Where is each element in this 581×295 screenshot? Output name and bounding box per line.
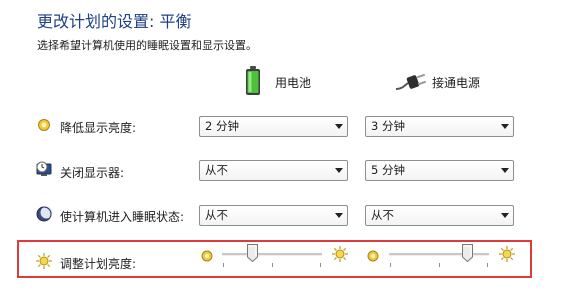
brightness-max-icon — [498, 245, 516, 263]
slider-thumb[interactable] — [462, 244, 473, 263]
page-subtitle: 选择希望计算机使用的睡眠设置和显示设置。 — [37, 39, 257, 52]
dim-display-icon — [35, 116, 53, 134]
display-off-plugged-select[interactable]: 5 分钟 — [365, 160, 514, 181]
battery-icon — [245, 66, 261, 96]
select-value: 3 分钟 — [371, 119, 405, 133]
slider-tick — [272, 263, 273, 267]
display-off-label: 关闭显示器: — [60, 166, 125, 180]
sleep-plugged-select[interactable]: 从不 — [365, 205, 514, 226]
brightness-max-icon — [331, 245, 349, 263]
slider-tick — [223, 263, 224, 267]
slider-tick — [487, 263, 488, 267]
dim-display-plugged-select[interactable]: 3 分钟 — [365, 116, 514, 137]
dim-display-battery-select[interactable]: 2 分钟 — [199, 116, 348, 137]
display-off-clock-icon — [35, 160, 53, 178]
select-value: 从不 — [205, 163, 228, 177]
select-value: 5 分钟 — [371, 163, 405, 177]
chevron-down-icon — [335, 168, 343, 173]
chevron-down-icon — [501, 213, 509, 218]
slider-track — [222, 253, 322, 256]
brightness-min-icon — [366, 248, 380, 262]
chevron-down-icon — [501, 124, 509, 129]
battery-column-label: 用电池 — [275, 76, 312, 90]
dim-display-label: 降低显示亮度: — [60, 121, 137, 135]
sleep-moon-icon — [35, 205, 53, 223]
power-plug-icon — [394, 72, 428, 94]
select-value: 2 分钟 — [205, 119, 239, 133]
chevron-down-icon — [501, 168, 509, 173]
slider-track — [389, 253, 489, 256]
chevron-down-icon — [335, 213, 343, 218]
select-value: 从不 — [205, 208, 228, 222]
battery-brightness-slider[interactable] — [222, 244, 322, 270]
slider-tick — [439, 263, 440, 267]
brightness-min-icon — [200, 248, 214, 262]
slider-tick — [320, 263, 321, 267]
display-off-battery-select[interactable]: 从不 — [199, 160, 348, 181]
chevron-down-icon — [335, 124, 343, 129]
page-title: 更改计划的设置: 平衡 — [37, 12, 192, 31]
brightness-sun-icon — [35, 252, 53, 270]
sleep-label: 使计算机进入睡眠状态: — [60, 210, 185, 224]
sleep-battery-select[interactable]: 从不 — [199, 205, 348, 226]
select-value: 从不 — [371, 208, 394, 222]
brightness-label: 调整计划亮度: — [60, 257, 137, 271]
slider-thumb[interactable] — [247, 244, 258, 263]
slider-tick — [390, 263, 391, 267]
plugged-column-label: 接通电源 — [432, 76, 481, 90]
plugged-brightness-slider[interactable] — [389, 244, 489, 270]
